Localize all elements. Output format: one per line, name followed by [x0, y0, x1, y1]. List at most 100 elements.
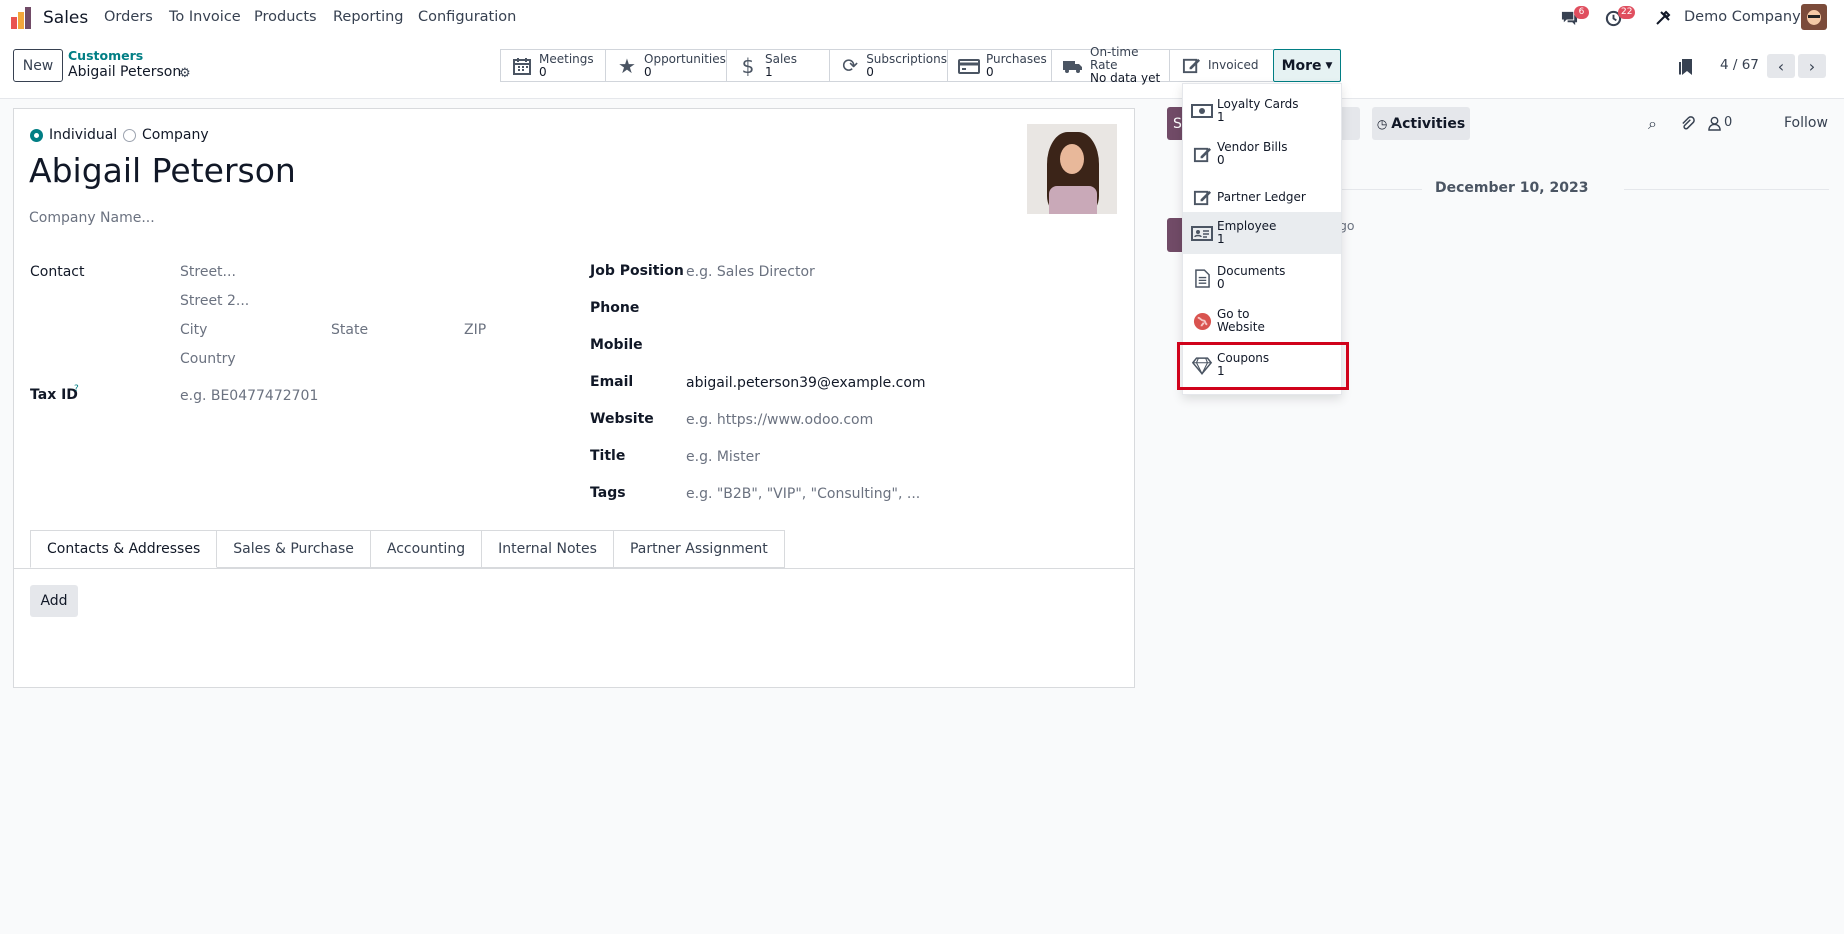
tab-partner-assignment[interactable]: Partner Assignment: [613, 530, 785, 568]
menu-item-label: Loyalty Cards: [1217, 97, 1299, 111]
country-select[interactable]: Country: [180, 351, 236, 367]
menu-item-documents[interactable]: Documents 0: [1183, 259, 1341, 297]
menu-item-label: Employee: [1217, 219, 1277, 233]
more-label: More: [1281, 57, 1322, 74]
state-select[interactable]: State: [331, 322, 368, 338]
pager-next-button[interactable]: ›: [1798, 54, 1826, 78]
menu-to-invoice[interactable]: To Invoice: [169, 9, 241, 25]
tab-sales-purchase[interactable]: Sales & Purchase: [217, 530, 371, 568]
menu-item-loyalty-cards[interactable]: Loyalty Cards 1: [1183, 92, 1341, 130]
radio-label: Individual: [49, 127, 118, 143]
pager-previous-button[interactable]: ‹: [1767, 54, 1795, 78]
tab-contacts-addresses[interactable]: Contacts & Addresses: [30, 530, 218, 568]
tools-icon[interactable]: [1655, 10, 1671, 26]
menu-reporting[interactable]: Reporting: [333, 9, 404, 25]
gear-icon[interactable]: ⚙: [179, 66, 191, 81]
breadcrumb-customers[interactable]: Customers: [68, 48, 143, 63]
menu-item-value: Website: [1217, 320, 1265, 334]
clock-icon: ◷: [1376, 116, 1388, 131]
city-input[interactable]: City: [180, 322, 207, 338]
calendar-icon: [511, 56, 533, 76]
tab-internal-notes[interactable]: Internal Notes: [482, 530, 614, 568]
mobile-input[interactable]: [686, 335, 1106, 357]
chatter-date-separator: December 10, 2023: [1435, 180, 1589, 196]
smart-button-label: Meetings: [539, 51, 594, 66]
smart-button-value: 0: [539, 64, 547, 79]
document-icon: [1191, 267, 1213, 289]
edit-icon: [1180, 56, 1202, 76]
money-icon: [1191, 100, 1213, 122]
tab-accounting[interactable]: Accounting: [370, 530, 483, 568]
star-icon: ★: [618, 53, 636, 78]
smart-button-value: 0: [866, 64, 874, 79]
activities-button[interactable]: ◷ Activities: [1372, 107, 1470, 140]
partner-photo[interactable]: [1027, 124, 1117, 214]
smart-button-meetings[interactable]: Meetings 0: [500, 49, 605, 82]
menu-item-go-to-website[interactable]: Go to Website: [1183, 302, 1341, 340]
title-label: Title: [590, 448, 626, 464]
smart-button-value: No data yet: [1090, 71, 1161, 85]
menu-item-value: 0: [1217, 153, 1225, 167]
chevron-left-icon: ‹: [1777, 56, 1785, 76]
phone-input[interactable]: [686, 298, 1106, 320]
smart-button-invoiced[interactable]: Invoiced: [1169, 49, 1273, 82]
truck-icon: [1062, 56, 1084, 76]
radio-company[interactable]: Company: [123, 127, 209, 143]
tax-id-input[interactable]: e.g. BE0477472701: [180, 388, 318, 404]
smart-button-sales[interactable]: $ Sales 1: [726, 49, 829, 82]
menu-item-employee[interactable]: Employee 1: [1183, 212, 1341, 254]
breadcrumb-current: Abigail Peterson: [68, 64, 182, 80]
app-name[interactable]: Sales: [43, 8, 88, 28]
control-panel: New Customers Abigail Peterson ⚙ Meeting…: [0, 36, 1844, 99]
more-button[interactable]: More ▼: [1273, 49, 1341, 82]
menu-item-label: Partner Ledger: [1217, 189, 1306, 204]
edit-icon: [1191, 143, 1213, 165]
add-contact-button[interactable]: Add: [30, 585, 78, 617]
smart-button-value: 0: [644, 64, 652, 79]
tax-id-help-icon[interactable]: ?: [74, 384, 79, 394]
edit-icon: [1191, 186, 1213, 208]
job-position-input[interactable]: e.g. Sales Director: [686, 264, 815, 280]
radio-label: Company: [142, 127, 209, 143]
messages-badge: 6: [1574, 6, 1589, 19]
search-icon[interactable]: ⌕: [1648, 114, 1657, 134]
website-input[interactable]: e.g. https://www.odoo.com: [686, 412, 873, 428]
send-message-label: S: [1173, 115, 1182, 132]
smart-button-label: Subscriptions: [866, 51, 947, 66]
menu-configuration[interactable]: Configuration: [418, 9, 516, 25]
street2-input[interactable]: Street 2...: [180, 293, 249, 309]
tags-input[interactable]: e.g. "B2B", "VIP", "Consulting", ...: [686, 486, 920, 502]
menu-products[interactable]: Products: [254, 9, 317, 25]
title-select[interactable]: e.g. Mister: [686, 449, 760, 465]
menu-item-vendor-bills[interactable]: Vendor Bills 0: [1183, 135, 1341, 173]
radio-individual[interactable]: Individual: [30, 127, 117, 143]
sales-app-icon[interactable]: [11, 7, 34, 29]
zip-input[interactable]: ZIP: [464, 322, 486, 338]
new-button[interactable]: New: [13, 49, 63, 82]
paperclip-icon[interactable]: [1680, 116, 1695, 131]
email-input[interactable]: abigail.peterson39@example.com: [686, 375, 926, 391]
smart-button-opportunities[interactable]: ★ Opportunities 0: [605, 49, 726, 82]
user-icon[interactable]: [1708, 116, 1721, 131]
company-name-field[interactable]: Company Name...: [29, 210, 155, 226]
chevron-right-icon: ›: [1808, 56, 1816, 76]
tax-id-label: Tax ID: [30, 387, 78, 403]
smart-button-subscriptions[interactable]: ⟳ Subscriptions 0: [829, 49, 947, 82]
smart-button-on-time-rate[interactable]: On-time Rate No data yet: [1051, 46, 1169, 85]
email-label: Email: [590, 374, 634, 390]
coupons-highlight-box: [1177, 342, 1349, 390]
pager-value[interactable]: 4 / 67: [1720, 57, 1759, 73]
street-input[interactable]: Street...: [180, 264, 236, 280]
smart-button-purchases[interactable]: Purchases 0: [947, 49, 1051, 82]
user-avatar[interactable]: [1801, 4, 1827, 30]
partner-name-field[interactable]: Abigail Peterson: [29, 151, 296, 190]
company-switcher[interactable]: Demo Company: [1684, 9, 1801, 25]
menu-orders[interactable]: Orders: [104, 9, 153, 25]
id-card-icon: [1191, 222, 1213, 244]
followers-count[interactable]: 0: [1724, 115, 1732, 130]
menu-item-partner-ledger[interactable]: Partner Ledger: [1183, 178, 1341, 216]
follow-button[interactable]: Follow: [1784, 115, 1828, 131]
refresh-icon: ⟳: [842, 54, 859, 77]
dollar-icon: $: [741, 53, 755, 78]
bookmark-icon[interactable]: [1678, 58, 1694, 76]
